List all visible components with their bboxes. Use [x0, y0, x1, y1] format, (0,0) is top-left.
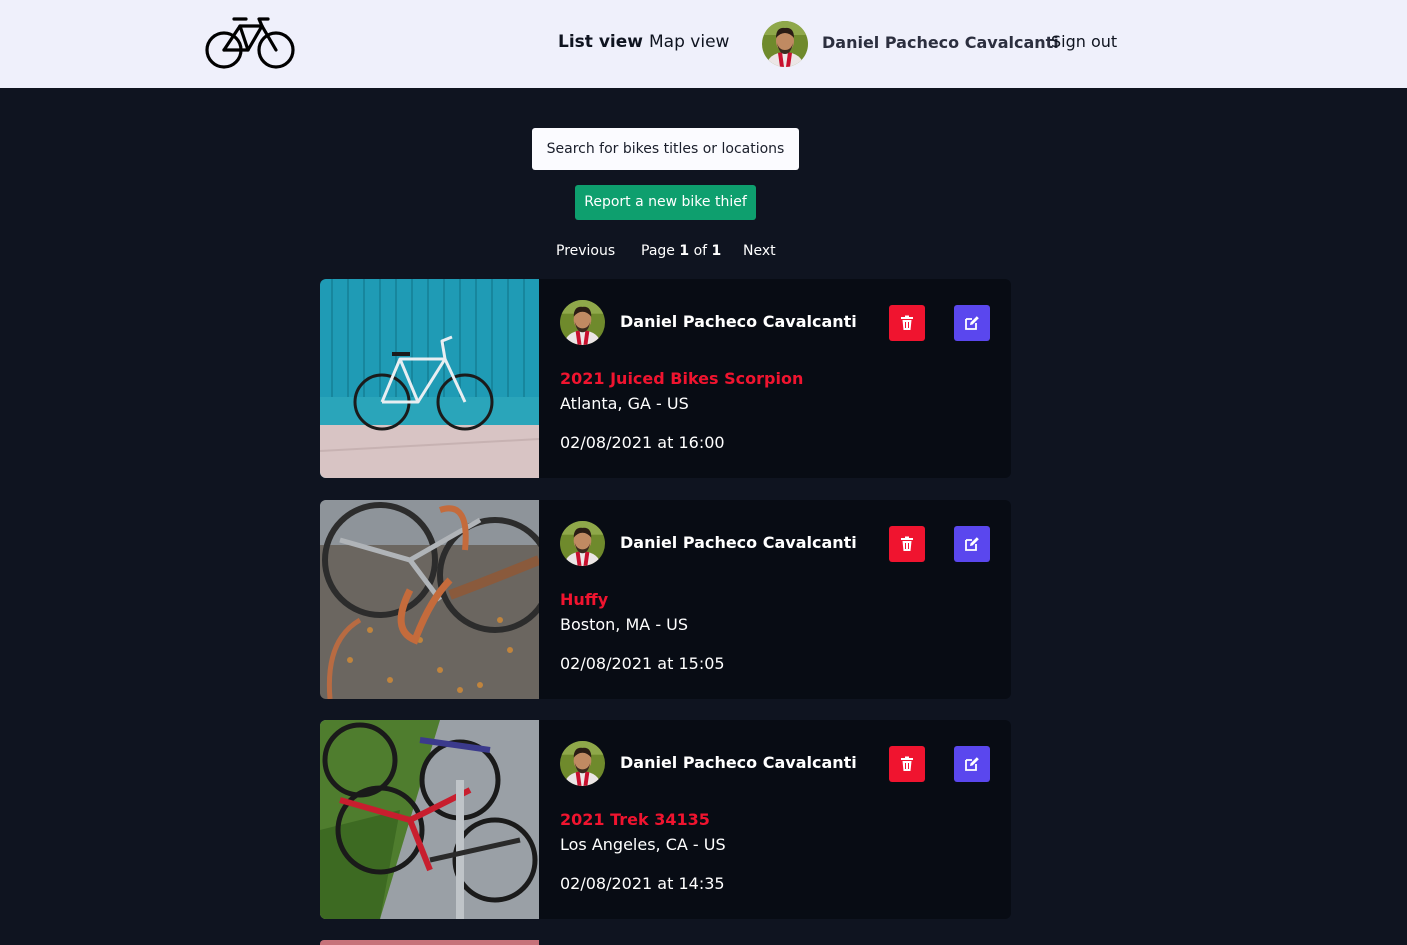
bike-photo[interactable] — [320, 720, 539, 919]
header-user-name[interactable]: Daniel Pacheco Cavalcanti — [822, 33, 1059, 52]
current-page: 1 — [679, 243, 690, 259]
edit-icon — [965, 537, 979, 551]
user-avatar[interactable] — [762, 21, 808, 67]
top-navbar: List view Map view Daniel Pacheco Cavalc… — [0, 0, 1407, 88]
bicycle-logo-icon[interactable] — [204, 16, 296, 70]
pagination-next-button[interactable]: Next — [743, 243, 776, 259]
trash-icon — [901, 756, 913, 771]
card-user-avatar[interactable] — [560, 741, 605, 786]
delete-button[interactable] — [889, 305, 925, 341]
pagination-indicator: Page 1 of 1 — [641, 243, 721, 259]
total-pages: 1 — [711, 243, 722, 259]
bike-date: 02/08/2021 at 16:00 — [560, 433, 725, 452]
nav-list-view-link[interactable]: List view — [558, 32, 643, 52]
card-user-name: Daniel Pacheco Cavalcanti — [620, 753, 857, 772]
pagination-previous-button[interactable]: Previous — [556, 243, 615, 259]
bike-date: 02/08/2021 at 15:05 — [560, 654, 725, 673]
delete-button[interactable] — [889, 526, 925, 562]
trash-icon — [901, 536, 913, 551]
bike-location: Los Angeles, CA - US — [560, 835, 726, 854]
report-bike-thief-button[interactable]: Report a new bike thief — [575, 185, 756, 220]
bike-photo[interactable] — [320, 279, 539, 478]
edit-button[interactable] — [954, 526, 990, 562]
bike-card[interactable]: Daniel Pacheco Cavalcanti 2021 Trek 3413… — [320, 720, 1011, 919]
bike-card[interactable]: Daniel Pacheco Cavalcanti 2021 Juiced Bi… — [320, 279, 1011, 478]
delete-button[interactable] — [889, 746, 925, 782]
page-label: Page — [641, 243, 675, 259]
bike-location: Atlanta, GA - US — [560, 394, 689, 413]
bike-date: 02/08/2021 at 14:35 — [560, 874, 725, 893]
sign-out-link[interactable]: Sign out — [1051, 32, 1117, 51]
edit-button[interactable] — [954, 746, 990, 782]
nav-map-view-link[interactable]: Map view — [649, 32, 729, 52]
card-user-avatar[interactable] — [560, 521, 605, 566]
card-user-avatar[interactable] — [560, 300, 605, 345]
search-input[interactable] — [532, 128, 799, 170]
bike-photo[interactable] — [320, 500, 539, 699]
card-user-name: Daniel Pacheco Cavalcanti — [620, 533, 857, 552]
bike-title[interactable]: 2021 Juiced Bikes Scorpion — [560, 369, 803, 388]
edit-icon — [965, 757, 979, 771]
bike-location: Boston, MA - US — [560, 615, 689, 634]
edit-icon — [965, 316, 979, 330]
trash-icon — [901, 315, 913, 330]
edit-button[interactable] — [954, 305, 990, 341]
of-label: of — [693, 243, 708, 259]
next-card-peek — [320, 940, 539, 945]
bike-title[interactable]: 2021 Trek 34135 — [560, 810, 710, 829]
card-user-name: Daniel Pacheco Cavalcanti — [620, 312, 857, 331]
bike-title[interactable]: Huffy — [560, 590, 608, 609]
bike-card[interactable]: Daniel Pacheco Cavalcanti Huffy Boston, … — [320, 500, 1011, 699]
